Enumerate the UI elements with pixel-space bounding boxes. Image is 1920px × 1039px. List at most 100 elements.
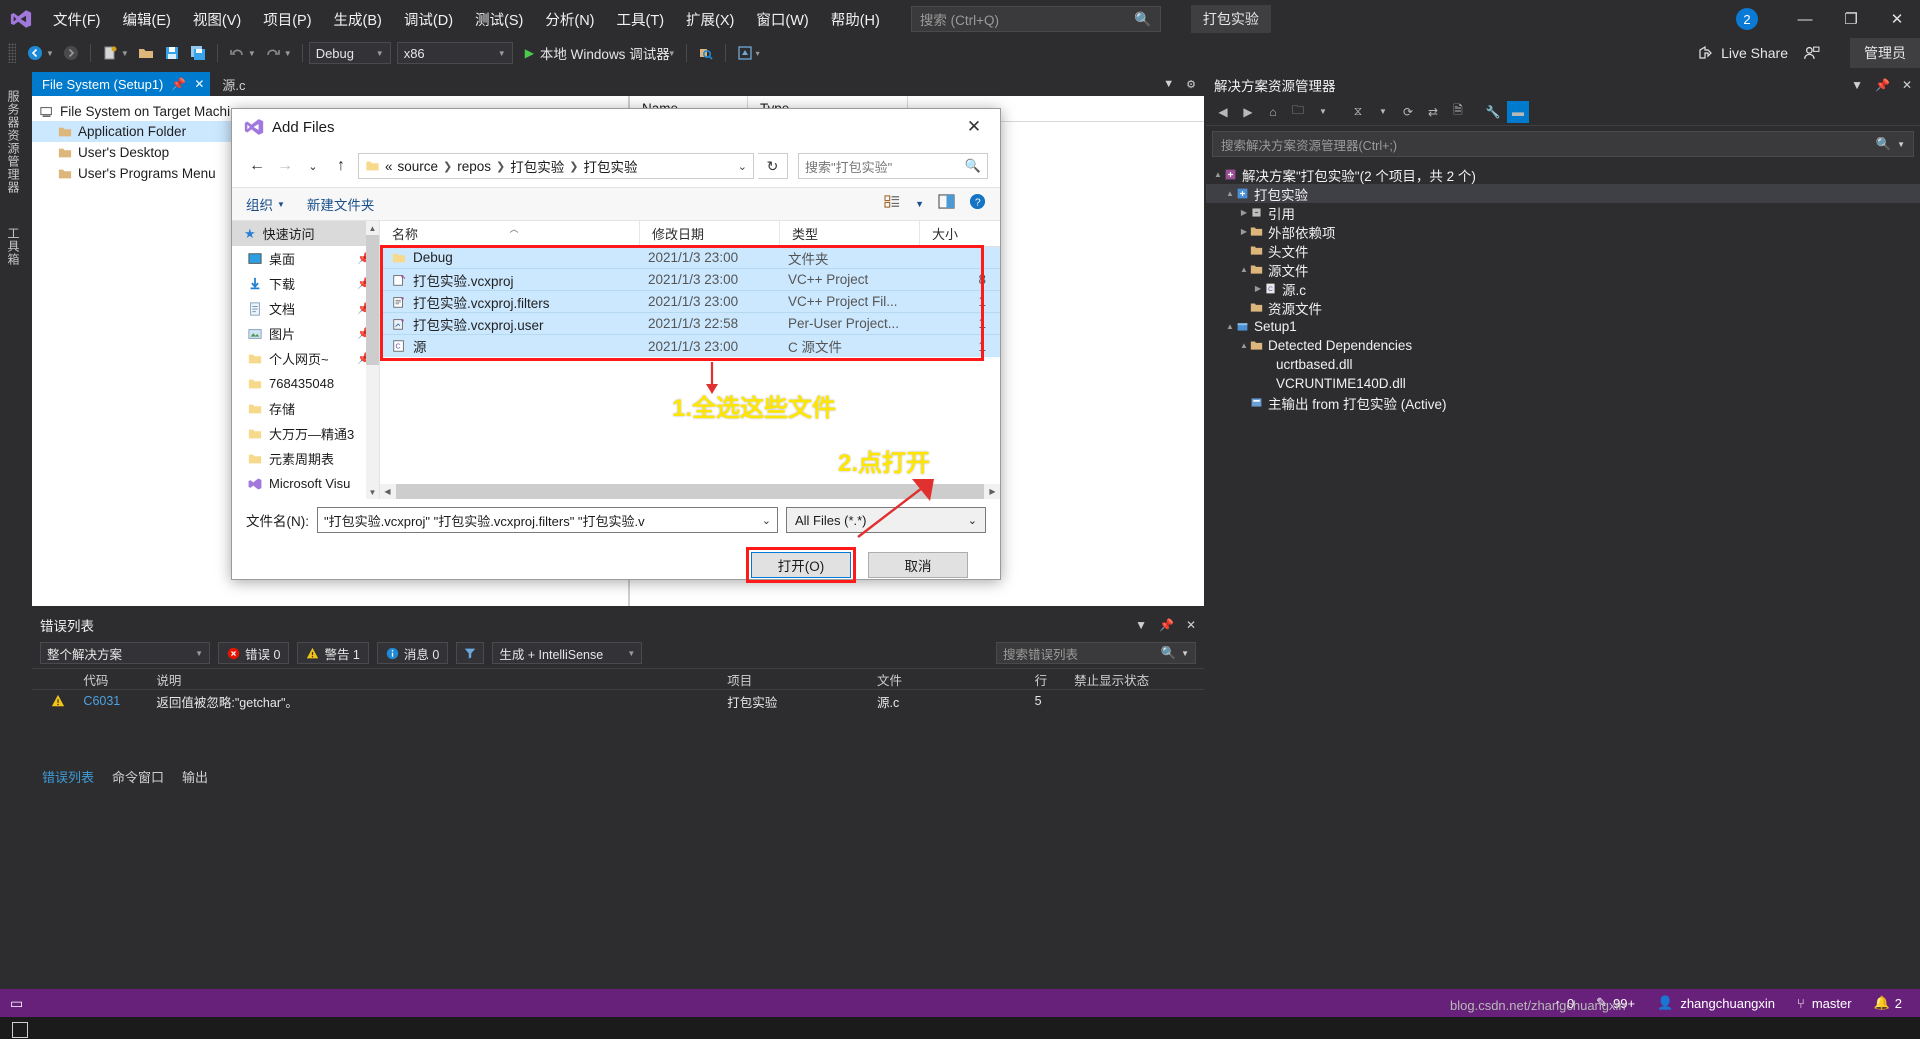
menu-view[interactable]: 视图(V) bbox=[182, 0, 252, 38]
menu-analyze[interactable]: 分析(N) bbox=[534, 0, 605, 38]
redo-icon[interactable] bbox=[260, 41, 286, 65]
back-icon[interactable]: ◀ bbox=[1212, 101, 1234, 123]
new-dropdown-caret-icon[interactable]: ▼ bbox=[121, 49, 129, 58]
twisty-icon[interactable]: ▲ bbox=[1212, 170, 1224, 179]
back-dropdown-caret-icon[interactable]: ▼ bbox=[46, 49, 54, 58]
maximize-button[interactable]: ❐ bbox=[1828, 0, 1874, 38]
menu-extensions[interactable]: 扩展(X) bbox=[675, 0, 745, 38]
chevron-down-icon[interactable]: ⌄ bbox=[762, 514, 771, 527]
tree-row[interactable]: ▶ 外部依赖项 bbox=[1206, 222, 1920, 241]
preview-pane-icon[interactable] bbox=[938, 194, 955, 214]
scrollbar-thumb[interactable] bbox=[366, 235, 379, 365]
pin-icon[interactable]: 📌 bbox=[171, 77, 186, 91]
twisty-icon[interactable]: ▲ bbox=[1224, 322, 1236, 331]
column-header-type[interactable]: 类型 bbox=[780, 221, 920, 246]
warnings-filter-button[interactable]: 警告 1 bbox=[297, 642, 369, 664]
taskbar-task-view-icon[interactable] bbox=[12, 1022, 28, 1038]
menu-build[interactable]: 生成(B) bbox=[323, 0, 393, 38]
tree-row[interactable]: ▲ 打包实验 bbox=[1206, 184, 1920, 203]
column-header-size[interactable]: 大小 bbox=[920, 221, 1000, 246]
gear-icon[interactable]: ⚙ bbox=[1186, 78, 1196, 91]
tree-row[interactable]: 头文件 bbox=[1206, 241, 1920, 260]
toolbar-grip[interactable] bbox=[8, 43, 16, 63]
sidebar-item-desktop[interactable]: 桌面 📌 bbox=[232, 246, 379, 271]
forward-icon[interactable]: ▶ bbox=[1237, 101, 1259, 123]
breadcrumb-item-repos[interactable]: repos bbox=[457, 159, 491, 174]
find-icon[interactable] bbox=[693, 41, 719, 65]
list-item[interactable]: 打包实验.vcxproj.filters 2021/1/3 23:00 VC++… bbox=[380, 291, 1000, 313]
menu-debug[interactable]: 调试(D) bbox=[393, 0, 464, 38]
twisty-icon[interactable]: ▶ bbox=[1252, 284, 1264, 293]
status-bell-group[interactable]: 🔔 2 bbox=[1874, 995, 1910, 1011]
tree-row[interactable]: ▶ 引用 bbox=[1206, 203, 1920, 222]
back-arrow-icon[interactable] bbox=[22, 41, 48, 65]
preview-icon[interactable] bbox=[732, 41, 758, 65]
notification-badge[interactable]: 2 bbox=[1736, 8, 1758, 30]
save-all-icon[interactable] bbox=[185, 41, 211, 65]
collapse-icon[interactable]: ⇄ bbox=[1422, 101, 1444, 123]
chevron-down-icon[interactable]: ▼ bbox=[1135, 618, 1147, 632]
show-all-files-icon[interactable]: 🗎 bbox=[1447, 101, 1469, 123]
list-item[interactable]: C 源 2021/1/3 23:00 C 源文件 1 bbox=[380, 335, 1000, 357]
sidebar-item-documents[interactable]: 文档 📌 bbox=[232, 296, 379, 321]
open-folder-icon[interactable] bbox=[133, 41, 159, 65]
sidebar-item-storage[interactable]: 存储 bbox=[232, 396, 379, 421]
solution-explorer-search-input[interactable]: 搜索解决方案资源管理器(Ctrl+;) 🔍 ▼ bbox=[1212, 131, 1914, 157]
start-debug-button[interactable]: ▶ 本地 Windows 调试器 ▼ bbox=[525, 43, 680, 63]
col-line[interactable]: 行 bbox=[1027, 670, 1066, 689]
close-icon[interactable]: ✕ bbox=[1186, 618, 1196, 632]
col-suppression[interactable]: 禁止显示状态 bbox=[1066, 670, 1204, 689]
status-user-group[interactable]: 👤 zhangchuangxin bbox=[1657, 995, 1775, 1011]
refresh-icon[interactable]: ⟳ bbox=[1397, 101, 1419, 123]
folder-view-icon[interactable]: 🗀 bbox=[1287, 101, 1309, 123]
toolbar-overflow-caret-icon[interactable]: ▾ bbox=[756, 49, 760, 58]
save-icon[interactable] bbox=[159, 41, 185, 65]
chevron-down-icon[interactable]: ▼ bbox=[1163, 78, 1174, 90]
vertical-tab-toolbox[interactable]: 工具箱 bbox=[0, 218, 26, 274]
sidebar-item-768435048[interactable]: 768435048 bbox=[232, 371, 379, 396]
menu-test[interactable]: 测试(S) bbox=[464, 0, 534, 38]
scroll-down-icon[interactable]: ▼ bbox=[366, 485, 379, 499]
undo-dropdown-caret-icon[interactable]: ▼ bbox=[248, 49, 256, 58]
col-description[interactable]: 说明 bbox=[148, 670, 719, 689]
sidebar-item-personal-page[interactable]: 个人网页~ 📌 bbox=[232, 346, 379, 371]
tree-row[interactable]: ucrtbased.dll bbox=[1206, 355, 1920, 374]
new-folder-button[interactable]: 新建文件夹 bbox=[307, 194, 375, 214]
tree-row[interactable]: ▲ 源文件 bbox=[1206, 260, 1920, 279]
sidebar-item-pictures[interactable]: 图片 📌 bbox=[232, 321, 379, 346]
sidebar-item-quick-access[interactable]: ★ 快速访问 bbox=[232, 221, 379, 246]
table-row[interactable]: C6031 返回值被忽略:"getchar"。 打包实验 源.c 5 bbox=[32, 690, 1204, 712]
tab-file-system-setup1[interactable]: File System (Setup1) 📌 ✕ bbox=[32, 72, 211, 96]
col-file[interactable]: 文件 bbox=[869, 670, 1027, 689]
list-item[interactable]: 打包实验.vcxproj.user 2021/1/3 22:58 Per-Use… bbox=[380, 313, 1000, 335]
dialog-close-button[interactable]: ✕ bbox=[952, 112, 996, 142]
sidebar-item-dawanwan[interactable]: 大万万—精通3 bbox=[232, 421, 379, 446]
filename-input[interactable]: "打包实验.vcxproj" "打包实验.vcxproj.filters" "打… bbox=[317, 507, 778, 533]
configuration-combo[interactable]: Debug ▼ bbox=[308, 42, 391, 64]
breadcrumb-item-proj[interactable]: 打包实验 bbox=[510, 156, 564, 176]
redo-dropdown-caret-icon[interactable]: ▼ bbox=[284, 49, 292, 58]
tree-row[interactable]: ▲ Setup1 bbox=[1206, 317, 1920, 336]
scroll-up-icon[interactable]: ▲ bbox=[366, 221, 379, 235]
tree-row[interactable]: ▲ Detected Dependencies bbox=[1206, 336, 1920, 355]
tab-source-c[interactable]: 源.c bbox=[210, 72, 257, 96]
menu-edit[interactable]: 编辑(E) bbox=[112, 0, 182, 38]
filter-icon[interactable]: ⧖ bbox=[1347, 101, 1369, 123]
menu-file[interactable]: 文件(F) bbox=[42, 0, 112, 38]
scroll-right-icon[interactable]: ▶ bbox=[985, 487, 1000, 496]
minimize-button[interactable]: — bbox=[1782, 0, 1828, 38]
folder-view-caret-icon[interactable]: ▼ bbox=[1312, 101, 1334, 123]
filter-caret-icon[interactable]: ▼ bbox=[1372, 101, 1394, 123]
properties-icon[interactable]: 🔧 bbox=[1482, 101, 1504, 123]
forward-arrow-icon[interactable] bbox=[58, 41, 84, 65]
chevron-down-icon[interactable]: ▼ bbox=[1851, 78, 1863, 92]
cell-code[interactable]: C6031 bbox=[75, 694, 148, 708]
help-icon[interactable]: ? bbox=[969, 193, 986, 215]
dialog-search-input[interactable]: 搜索"打包实验" 🔍 bbox=[798, 153, 988, 179]
view-caret-icon[interactable]: ▼ bbox=[915, 199, 924, 209]
twisty-icon[interactable]: ▲ bbox=[1238, 265, 1250, 274]
close-button[interactable]: ✕ bbox=[1874, 0, 1920, 38]
tree-row[interactable]: 主输出 from 打包实验 (Active) bbox=[1206, 393, 1920, 412]
tree-row[interactable]: ▲ 解决方案"打包实验"(2 个项目，共 2 个) bbox=[1206, 165, 1920, 184]
close-icon[interactable]: ✕ bbox=[194, 77, 204, 91]
